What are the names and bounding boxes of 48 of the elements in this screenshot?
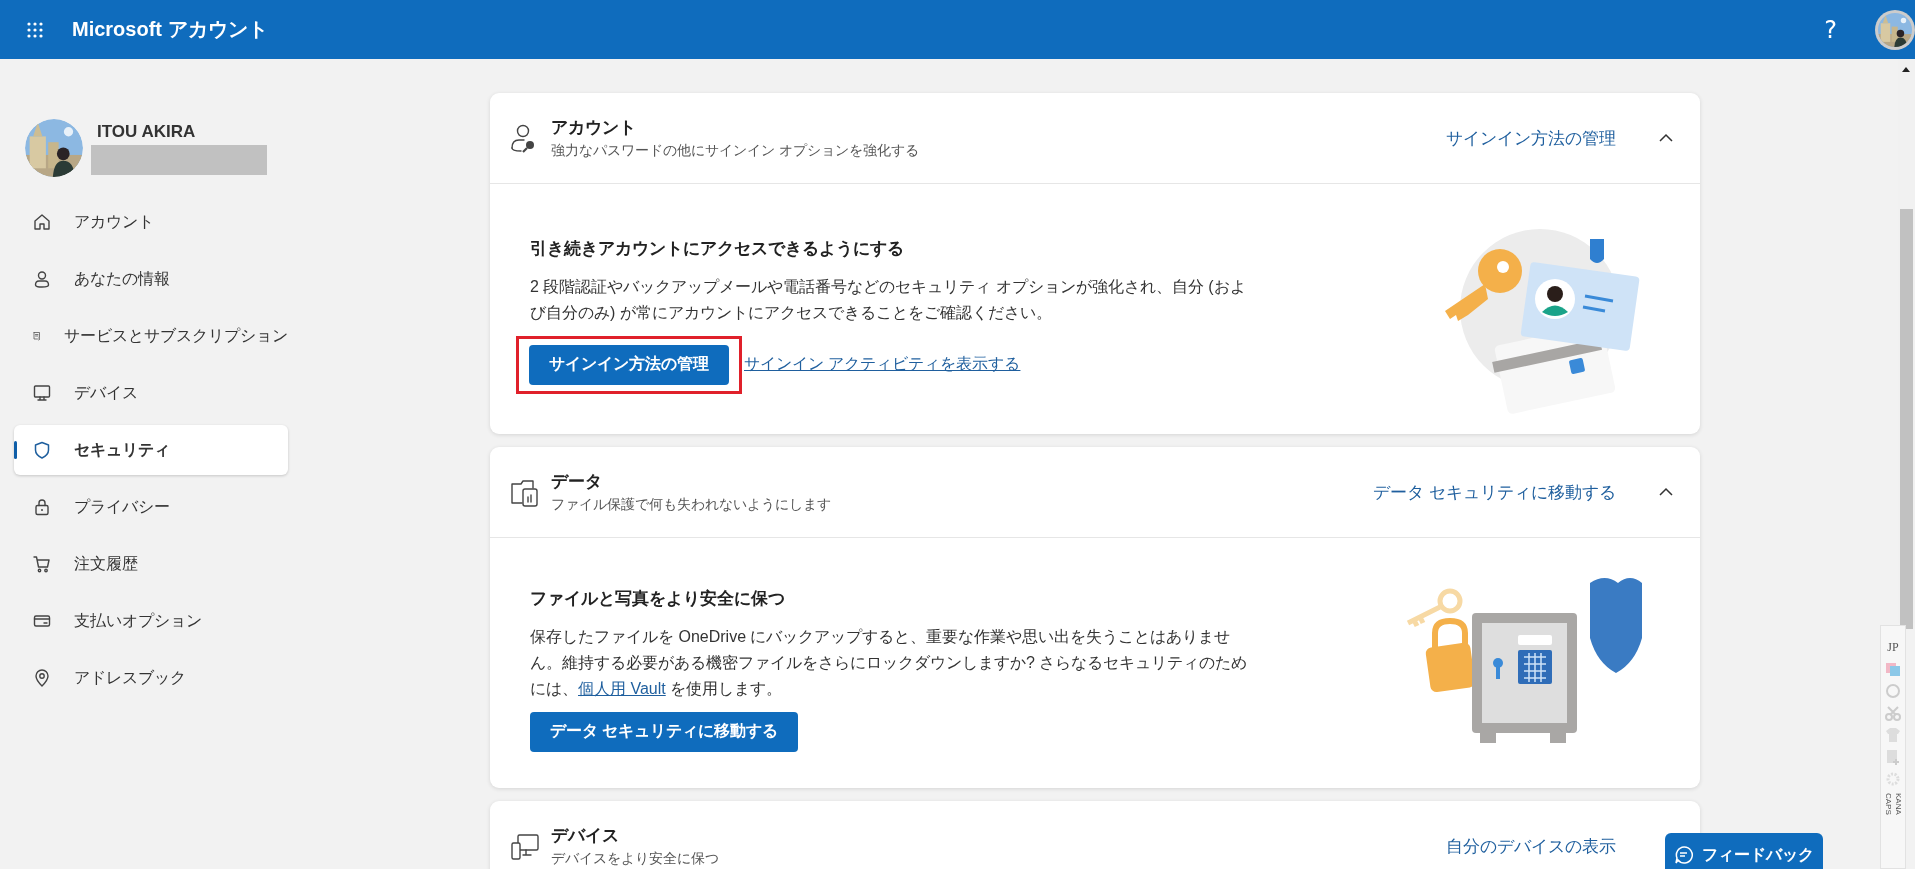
activity-link[interactable]: サインイン アクティビティを表示する (744, 354, 1021, 375)
section-heading: 引き続きアカウントにアクセスできるようにする (530, 237, 905, 260)
input-mode-icon (1885, 661, 1901, 677)
scroll-thumb[interactable] (1900, 209, 1913, 629)
nav-item[interactable]: プライバシー (14, 482, 288, 532)
section-heading: ファイルと写真をより安全に保つ (530, 587, 786, 610)
profile-name: ITOU AKIRA (96, 121, 197, 142)
nav-item[interactable]: あなたの情報 (14, 254, 288, 304)
card-action-link[interactable]: 自分のデバイスの表示 (1446, 834, 1616, 858)
primary-button[interactable]: サインイン方法の管理 (529, 344, 729, 385)
card-title: デバイス (551, 825, 620, 847)
shirt-icon (1885, 727, 1901, 743)
card-subtitle: 強力なパスワードの他にサインイン オプションを強化する (551, 142, 920, 160)
cart-icon (32, 554, 52, 574)
person-icon (32, 269, 52, 289)
app-title[interactable]: Microsoft アカウント (72, 16, 268, 43)
scissors-icon (1885, 705, 1901, 721)
kana-indicator: KANA (1893, 793, 1903, 815)
nav-item[interactable]: 注文履歴 (14, 539, 288, 589)
monitor-icon (32, 383, 52, 403)
avatar-button[interactable] (1875, 9, 1915, 50)
nav-item[interactable]: セキュリティ (14, 425, 288, 475)
nav-item[interactable]: サービスとサブスクリプション (14, 311, 288, 361)
primary-button[interactable]: データ セキュリティに移動する (530, 711, 799, 752)
card-title: データ (551, 471, 603, 493)
vault-link[interactable]: 個人用 Vault (578, 679, 666, 697)
card-action-link[interactable]: データ セキュリティに移動する (1373, 480, 1616, 504)
shield-icon (32, 440, 52, 460)
help-button[interactable]: ? (1820, 15, 1841, 44)
nav-item[interactable]: アドレスブック (14, 653, 288, 703)
description-text: 保存したファイルを OneDrive にバックアップすると、重要な作業や思い出を失うことはありません。維持する必要がある機密ファイルをさらにロックダウンしますか? さらなるセキュリティのためには、個人用 Vault を使用します。 (530, 626, 1249, 699)
card-subtitle: ファイル保護で何も失われないようにします (551, 496, 832, 514)
input-language-label[interactable]: JP (1887, 640, 1899, 655)
caps-indicator: CAPS (1883, 793, 1893, 815)
scroll-up-icon (1901, 65, 1911, 73)
chat-icon (1674, 845, 1694, 865)
card-title: アカウント (551, 117, 637, 139)
feedback-button[interactable]: フィードバック (1665, 833, 1823, 869)
nav-item[interactable]: デバイス (14, 368, 288, 418)
card-action-link[interactable]: サインイン方法の管理 (1446, 126, 1616, 150)
lock-icon (32, 497, 52, 517)
nav-item[interactable]: アカウント (14, 197, 288, 247)
card-subtitle: デバイスをより安全に保つ (551, 850, 720, 868)
location-pin-icon (32, 668, 52, 688)
description-text: 2 段階認証やバックアップメールや電話番号などのセキュリティ オプションが強化され、自分 (および自分のみ) が常にアカウントにアクセスできることをご確認ください。 (530, 276, 1247, 323)
nav-item[interactable]: 支払いオプション (14, 596, 288, 646)
add-document-icon (1885, 749, 1901, 765)
home-icon (32, 212, 52, 232)
